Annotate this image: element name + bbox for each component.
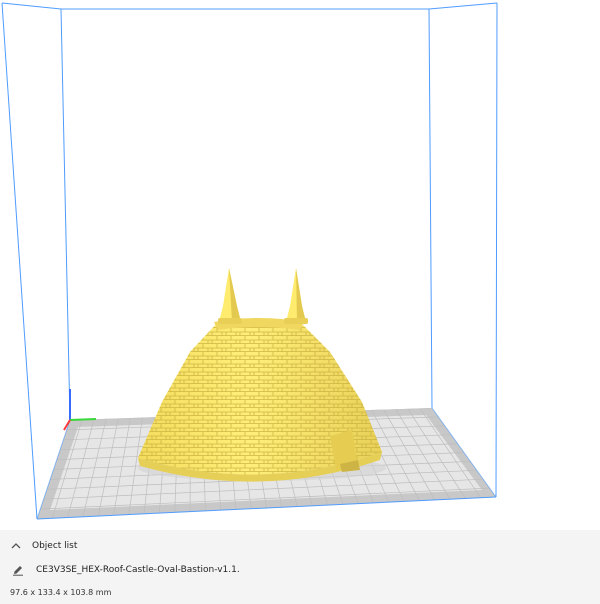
3d-viewport[interactable] — [0, 0, 600, 530]
chevron-up-icon[interactable] — [10, 540, 22, 552]
object-entry[interactable]: CE3V3SE_HEX-Roof-Castle-Oval-Bastion-v1.… — [12, 564, 240, 576]
dimensions-text: 97.6 x 133.4 x 103.8 mm — [10, 588, 112, 597]
castle-roof-model[interactable] — [138, 268, 386, 482]
object-list-label: Object list — [32, 541, 78, 551]
object-list-header[interactable]: Object list — [10, 540, 77, 552]
object-dimensions: 97.6 x 133.4 x 103.8 mm — [10, 588, 111, 597]
scene-svg — [1, 2, 498, 520]
object-name: CE3V3SE_HEX-Roof-Castle-Oval-Bastion-v1.… — [36, 565, 240, 575]
object-list-panel: Object list CE3V3SE_HEX-Roof-Castle-Oval… — [0, 530, 600, 604]
pencil-icon[interactable] — [12, 564, 24, 576]
